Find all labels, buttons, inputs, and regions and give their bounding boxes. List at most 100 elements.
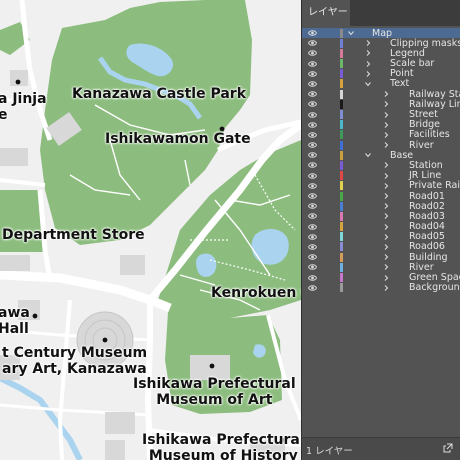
visibility-eye-icon[interactable] <box>308 121 317 129</box>
layer-color-swatch <box>340 69 343 79</box>
layer-row[interactable]: River <box>302 262 460 273</box>
layer-color-swatch <box>340 273 343 282</box>
layer-color-swatch <box>340 79 343 89</box>
chevron-right-icon[interactable] <box>364 49 372 57</box>
chevron-right-icon[interactable] <box>382 253 390 261</box>
layer-color-swatch <box>340 120 343 130</box>
visibility-eye-icon[interactable] <box>308 202 317 210</box>
layer-color-swatch <box>340 89 343 99</box>
layer-color-swatch <box>340 38 343 48</box>
layer-color-swatch <box>340 48 343 58</box>
visibility-eye-icon[interactable] <box>308 212 317 220</box>
pond-kasumi <box>251 228 289 265</box>
layer-row[interactable]: Road04 <box>302 221 460 232</box>
layer-row[interactable]: River <box>302 140 460 151</box>
visibility-eye-icon[interactable] <box>308 263 317 271</box>
visibility-eye-icon[interactable] <box>308 39 317 47</box>
chevron-right-icon[interactable] <box>382 141 390 149</box>
map-canvas[interactable]: a Jinja e Kanazawa Castle Park Ishikawamo… <box>0 0 301 460</box>
layer-row[interactable]: Clipping masks <box>302 38 460 49</box>
visibility-eye-icon[interactable] <box>308 192 317 200</box>
layer-row[interactable]: Facilities <box>302 129 460 140</box>
label-kenrokuen: Kenrokuen Ga <box>211 285 301 301</box>
layer-row[interactable]: Bridge <box>302 119 460 130</box>
layer-row[interactable]: Road06 <box>302 241 460 252</box>
chevron-right-icon[interactable] <box>364 39 372 47</box>
layer-row[interactable]: Railway Lin <box>302 99 460 110</box>
layer-row[interactable]: Backgroun <box>302 282 460 293</box>
layer-row[interactable]: JR Line <box>302 170 460 181</box>
chevron-right-icon[interactable] <box>382 263 390 271</box>
layer-row[interactable]: Street <box>302 109 460 120</box>
label-pref-museum-history: Ishikawa Prefectural Museum of History <box>142 432 301 460</box>
layer-row[interactable]: Scale bar <box>302 58 460 69</box>
visibility-eye-icon[interactable] <box>308 161 317 169</box>
visibility-eye-icon[interactable] <box>308 182 317 190</box>
layer-row[interactable]: Road02 <box>302 201 460 212</box>
label-21st-century-museum: t Century Museum ary Art, Kanazawa <box>2 345 148 377</box>
layer-color-swatch <box>340 191 343 201</box>
visibility-eye-icon[interactable] <box>308 223 317 231</box>
layer-color-swatch <box>340 160 343 170</box>
chevron-right-icon[interactable] <box>382 223 390 231</box>
visibility-eye-icon[interactable] <box>308 111 317 119</box>
layer-color-swatch <box>340 211 343 221</box>
layer-row[interactable]: Base <box>302 150 460 161</box>
layer-color-swatch <box>340 99 343 109</box>
chevron-right-icon[interactable] <box>382 182 390 190</box>
layer-row[interactable]: Road05 <box>302 231 460 242</box>
visibility-eye-icon[interactable] <box>308 243 317 251</box>
label-castle-park: Kanazawa Castle Park <box>72 86 247 102</box>
chevron-right-icon[interactable] <box>382 121 390 129</box>
chevron-right-icon[interactable] <box>382 284 390 292</box>
layer-row[interactable]: Road03 <box>302 211 460 222</box>
layer-row[interactable]: Road01 <box>302 191 460 202</box>
visibility-eye-icon[interactable] <box>308 100 317 108</box>
layer-row[interactable]: Point <box>302 68 460 79</box>
layers-tab[interactable]: レイヤー <box>302 0 350 26</box>
layer-row[interactable]: Map <box>302 28 460 39</box>
chevron-right-icon[interactable] <box>382 100 390 108</box>
layer-row[interactable]: Railway Sta <box>302 89 460 100</box>
layer-row[interactable]: Station <box>302 160 460 171</box>
layer-row[interactable]: Legend <box>302 48 460 59</box>
chevron-down-icon[interactable] <box>364 151 372 159</box>
chevron-right-icon[interactable] <box>382 192 390 200</box>
chevron-right-icon[interactable] <box>382 212 390 220</box>
visibility-eye-icon[interactable] <box>308 131 317 139</box>
visibility-eye-icon[interactable] <box>308 60 317 68</box>
chevron-right-icon[interactable] <box>382 233 390 241</box>
layers-panel: レイヤー Map Clipping masks Legend Scale bar Poi… <box>301 0 460 460</box>
visibility-eye-icon[interactable] <box>308 70 317 78</box>
layer-row[interactable]: Building <box>302 252 460 263</box>
chevron-right-icon[interactable] <box>382 111 390 119</box>
visibility-eye-icon[interactable] <box>308 29 317 37</box>
panel-tab-bar: レイヤー <box>302 0 460 26</box>
layer-row[interactable]: Text <box>302 78 460 89</box>
chevron-right-icon[interactable] <box>382 243 390 251</box>
chevron-right-icon[interactable] <box>364 60 372 68</box>
chevron-right-icon[interactable] <box>382 131 390 139</box>
visibility-eye-icon[interactable] <box>308 141 317 149</box>
visibility-eye-icon[interactable] <box>308 284 317 292</box>
visibility-eye-icon[interactable] <box>308 49 317 57</box>
visibility-eye-icon[interactable] <box>308 90 317 98</box>
expand-panel-icon[interactable] <box>443 443 453 453</box>
layer-row[interactable]: Green Spac <box>302 272 460 283</box>
chevron-right-icon[interactable] <box>382 161 390 169</box>
chevron-down-icon[interactable] <box>347 29 355 37</box>
chevron-right-icon[interactable] <box>382 202 390 210</box>
visibility-eye-icon[interactable] <box>308 172 317 180</box>
chevron-right-icon[interactable] <box>382 172 390 180</box>
visibility-eye-icon[interactable] <box>308 151 317 159</box>
chevron-right-icon[interactable] <box>364 70 372 78</box>
chevron-right-icon[interactable] <box>382 90 390 98</box>
visibility-eye-icon[interactable] <box>308 80 317 88</box>
visibility-eye-icon[interactable] <box>308 253 317 261</box>
chevron-down-icon[interactable] <box>364 80 372 88</box>
chevron-right-icon[interactable] <box>382 274 390 282</box>
visibility-eye-icon[interactable] <box>308 233 317 241</box>
layer-row[interactable]: Private Rai <box>302 180 460 191</box>
visibility-eye-icon[interactable] <box>308 274 317 282</box>
layer-color-swatch <box>340 262 343 272</box>
